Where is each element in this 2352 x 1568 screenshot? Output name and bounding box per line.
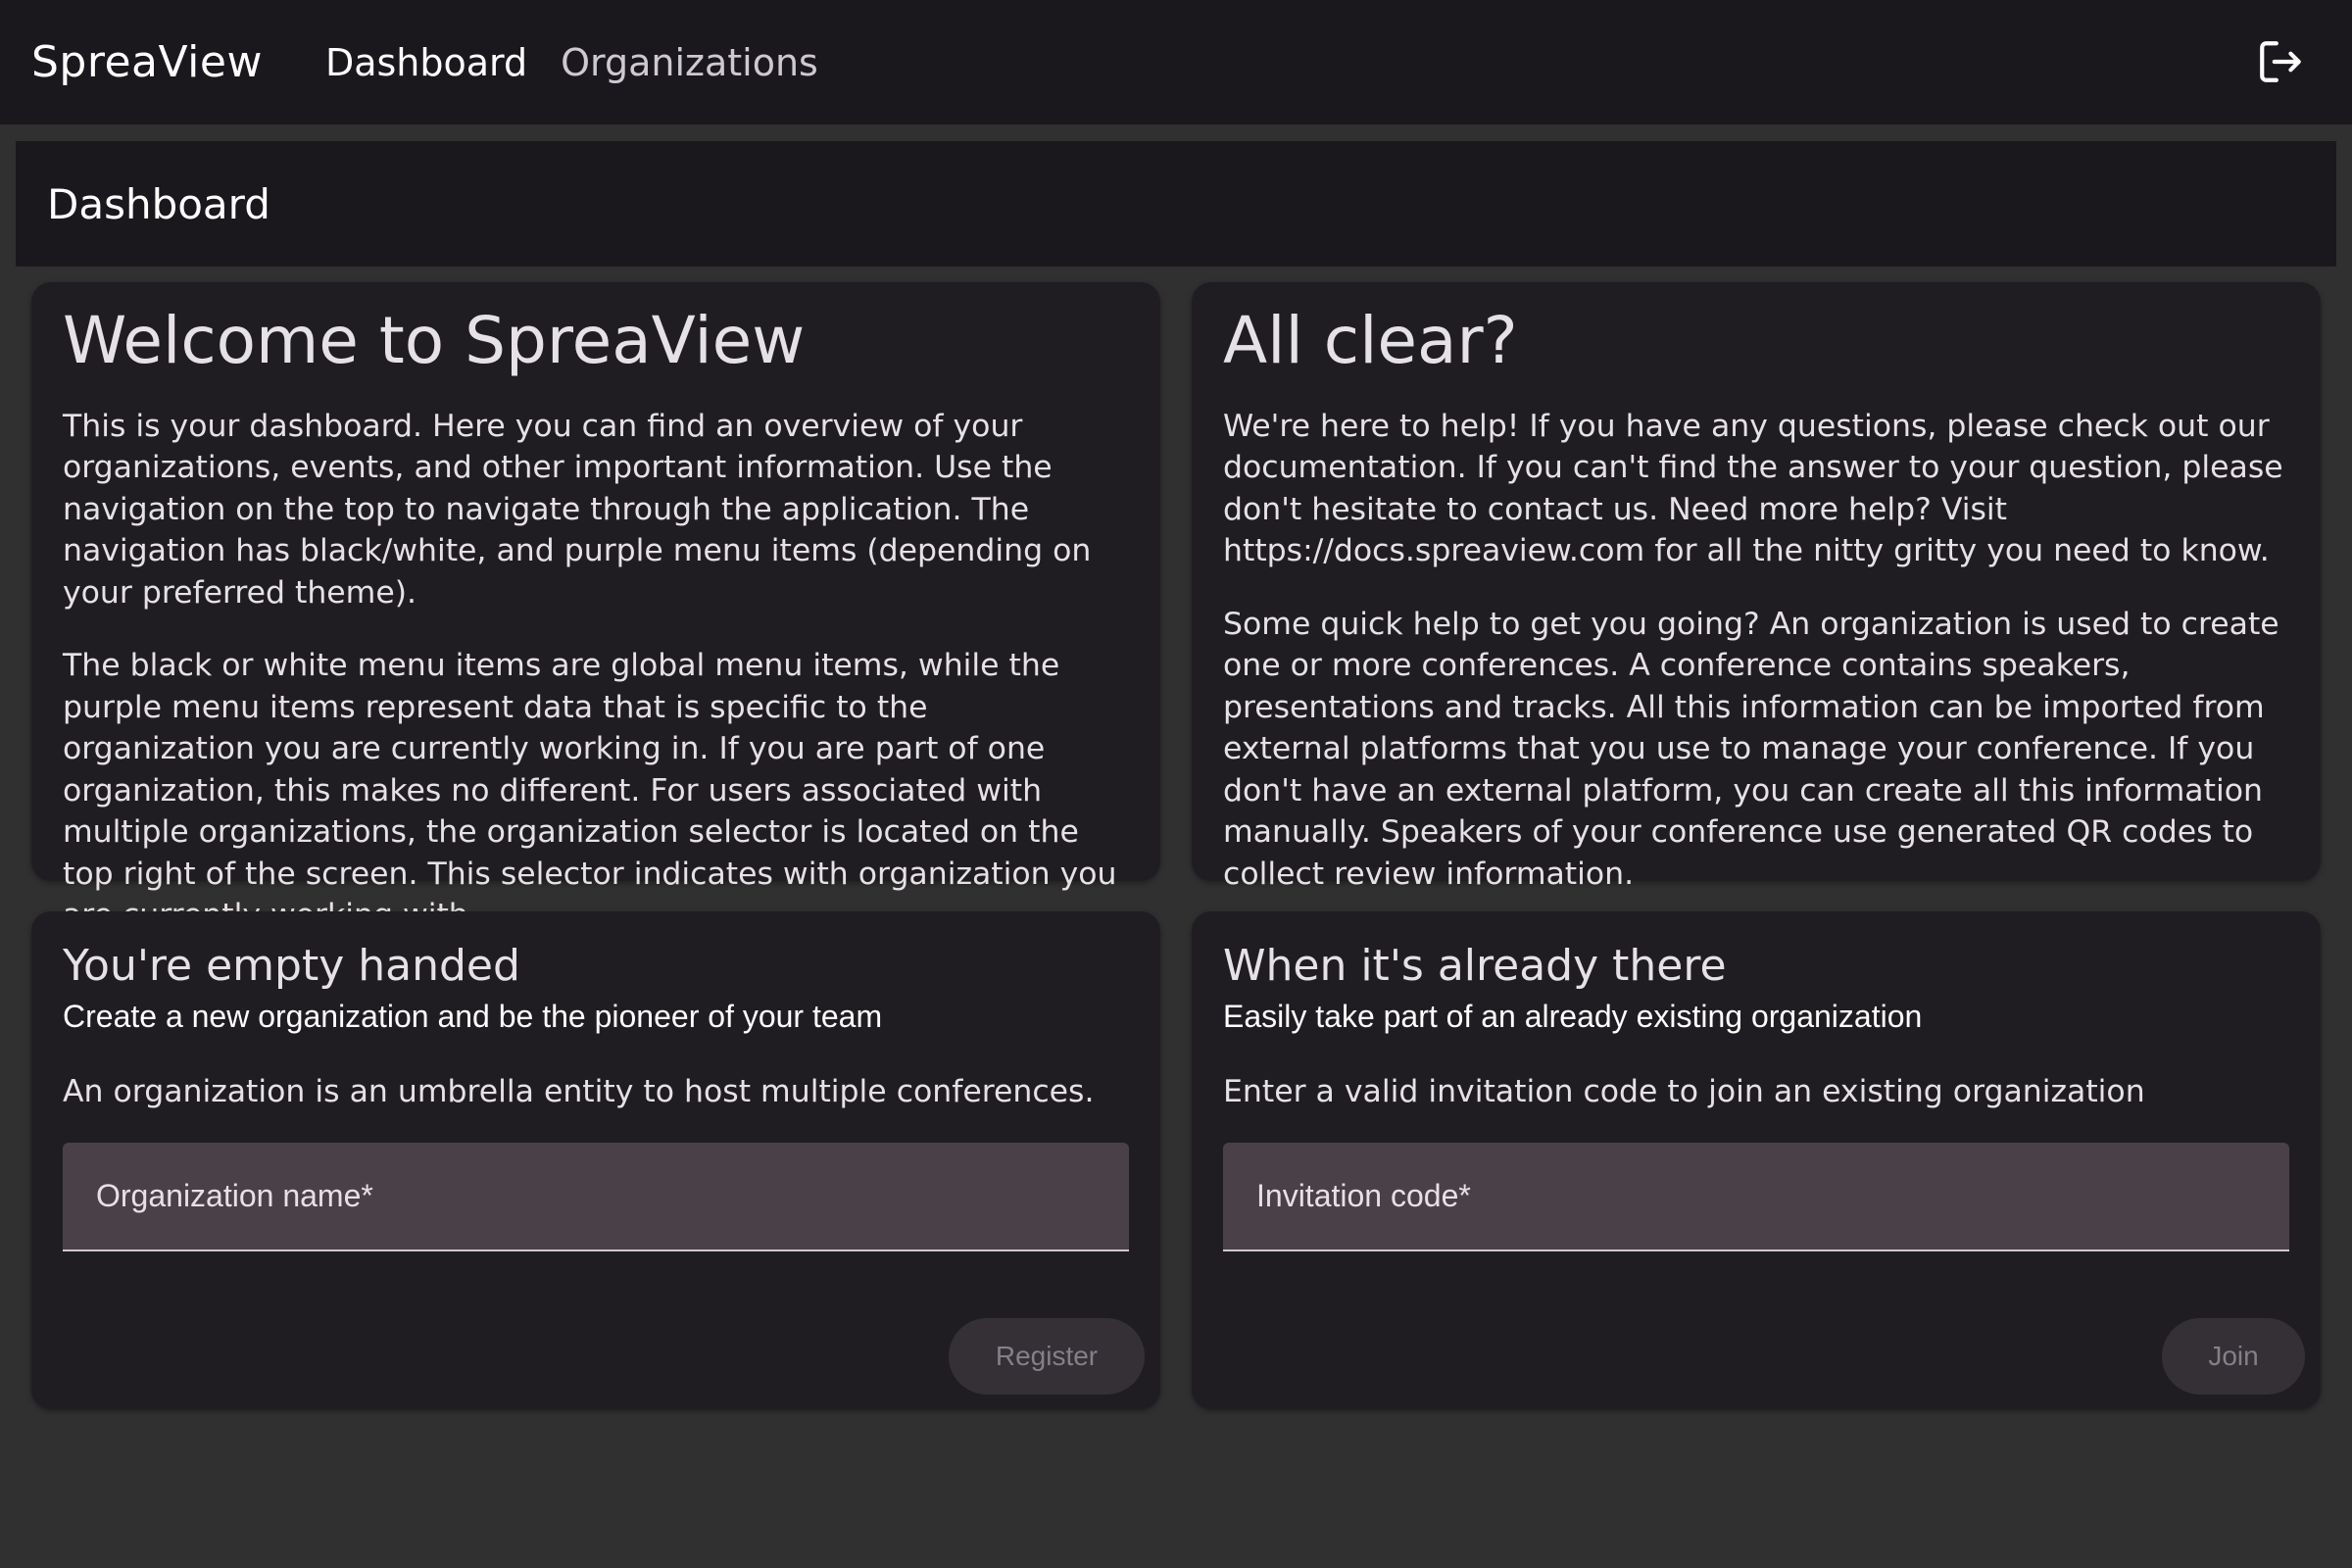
organization-name-field[interactable]	[63, 1142, 1129, 1251]
page-title-bar: Dashboard	[16, 141, 2336, 267]
welcome-card: Welcome to SpreaView This is your dashbo…	[31, 282, 1160, 933]
create-org-description: An organization is an umbrella entity to…	[63, 1073, 1095, 1109]
brand-logo-text[interactable]: SpreaView	[31, 37, 263, 87]
welcome-heading: Welcome to SpreaView	[63, 303, 806, 378]
welcome-paragraph-1: This is your dashboard. Here you can fin…	[63, 408, 1092, 611]
help-paragraph-1: We're here to help! If you have any ques…	[1223, 408, 2283, 569]
create-org-subtitle: Create a new organization and be the pio…	[63, 998, 883, 1034]
top-navbar: SpreaView Dashboard Organizations	[0, 0, 2352, 124]
organization-name-input[interactable]	[94, 1176, 1129, 1215]
invitation-code-field[interactable]	[1223, 1142, 2289, 1251]
join-org-description: Enter a valid invitation code to join an…	[1223, 1073, 2145, 1109]
nav-dashboard[interactable]: Dashboard	[325, 41, 527, 84]
join-org-subtitle: Easily take part of an already existing …	[1223, 998, 1923, 1034]
welcome-paragraph-2: The black or white menu items are global…	[63, 648, 1117, 933]
help-paragraph-2: Some quick help to get you going? An org…	[1223, 606, 2279, 892]
page-title: Dashboard	[47, 179, 270, 228]
nav-organizations[interactable]: Organizations	[561, 41, 818, 84]
join-org-heading: When it's already there	[1223, 941, 1727, 991]
create-organization-card: You're empty handed Create a new organiz…	[31, 911, 1160, 1409]
join-button[interactable]: Join	[2162, 1318, 2305, 1395]
help-heading: All clear?	[1223, 303, 1518, 378]
create-org-heading: You're empty handed	[63, 941, 520, 991]
help-card: All clear? We're here to help! If you ha…	[1192, 282, 2321, 892]
invitation-code-input[interactable]	[1254, 1176, 2289, 1215]
logout-icon[interactable]	[2256, 37, 2305, 86]
join-organization-card: When it's already there Easily take part…	[1192, 911, 2321, 1409]
register-button[interactable]: Register	[949, 1318, 1145, 1395]
